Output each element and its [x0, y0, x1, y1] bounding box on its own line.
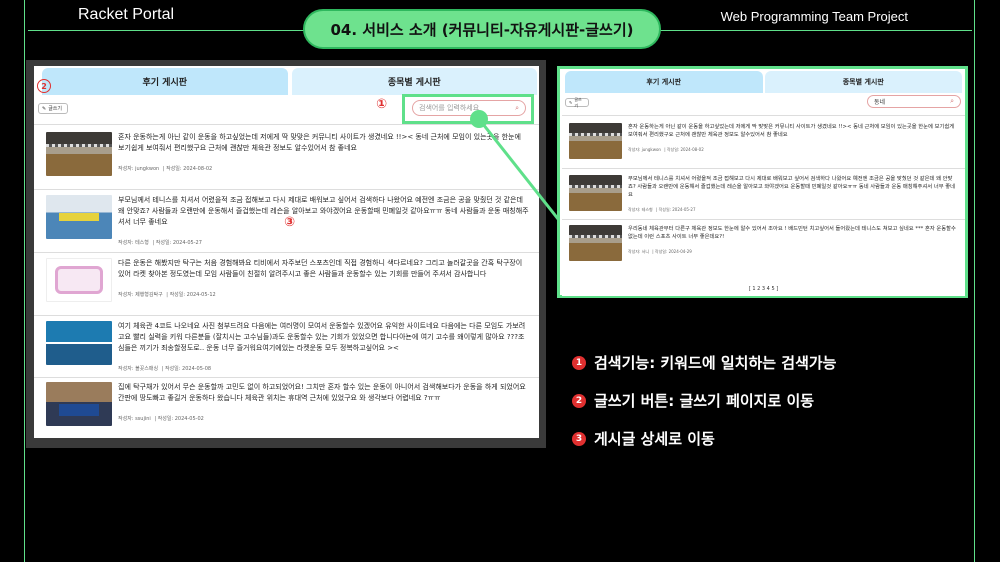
- post-author: 작성자: 서니: [628, 249, 650, 254]
- feature-item-detail: 3 게시글 상세로 이동: [572, 428, 836, 449]
- feature-number: 1: [572, 355, 586, 370]
- post-thumbnail: [569, 175, 622, 211]
- post-thumbnail: [569, 123, 622, 159]
- feature-number: 3: [572, 431, 586, 446]
- post-item[interactable]: 우리동네 체육관부터 다른구 체육관 정보도 한눈에 알수 있어서 조아요 ! …: [569, 225, 957, 261]
- post-date: 작성일: 2024-08-02: [666, 147, 704, 152]
- post-author: 작성자: 테스형: [628, 207, 653, 212]
- post-divider: [562, 219, 965, 220]
- pencil-icon: ✎: [569, 100, 573, 105]
- post-text: 부모님께서 테니스를 치셔서 어렸을적 조금 접해보고 다시 제대로 배워보고 …: [628, 176, 956, 198]
- search-input[interactable]: [874, 98, 951, 105]
- post-item[interactable]: 혼자 운동하는게 아닌 같이 운동을 하고싶었는데 저에게 딱 맞맞은 커뮤니티…: [569, 123, 957, 159]
- post-date: 작성일: 2024-05-27: [658, 207, 696, 212]
- feature-text: 글쓰기 버튼: 글쓰기 페이지로 이동: [594, 392, 815, 410]
- search-icon[interactable]: ⌕: [950, 97, 954, 106]
- post-body: 우리동네 체육관부터 다른구 체육관 정보도 한눈에 알수 있어서 조아요 ! …: [628, 225, 957, 261]
- post-body: 혼자 운동하는게 아닌 같이 운동을 하고싶었는데 저에게 딱 맞맞은 커뮤니티…: [628, 123, 957, 159]
- feature-text: 게시글 상세로 이동: [594, 430, 715, 448]
- list-divider: [562, 115, 965, 116]
- connector-dot: [470, 110, 488, 128]
- feature-item-write: 2 글쓰기 버튼: 글쓰기 페이지로 이동: [572, 390, 836, 411]
- post-author: 작성자: jungkwon: [628, 147, 661, 152]
- post-divider: [562, 168, 965, 169]
- search-result-panel: 후기 게시판 종목별 게시판 ✎ 글쓰기 ⌕ 혼자 운동하는게 아닌 같이 운동…: [562, 70, 965, 296]
- search-bar: ⌕: [867, 95, 961, 108]
- tab-review-board[interactable]: 후기 게시판: [565, 71, 763, 93]
- tab-sport-board[interactable]: 종목별 게시판: [764, 71, 962, 93]
- feature-list: 1 검색기능: 키워드에 일치하는 검색가능 2 글쓰기 버튼: 글쓰기 페이지…: [572, 352, 836, 466]
- write-button[interactable]: ✎ 글쓰기: [565, 96, 589, 108]
- feature-number: 2: [572, 393, 586, 408]
- write-button-label: 글쓰기: [574, 96, 582, 108]
- post-body: 부모님께서 테니스를 치셔서 어렸을적 조금 접해보고 다시 제대로 배워보고 …: [628, 175, 957, 214]
- feature-text: 검색기능: 키워드에 일치하는 검색가능: [594, 354, 837, 372]
- post-text: 혼자 운동하는게 아닌 같이 운동을 하고싶었는데 저에게 딱 맞맞은 커뮤니티…: [628, 124, 955, 138]
- post-meta: 작성자: 테스형 | 작성일: 2024-05-27: [628, 207, 696, 212]
- feature-item-search: 1 검색기능: 키워드에 일치하는 검색가능: [572, 352, 836, 373]
- result-tabs: 후기 게시판 종목별 게시판: [565, 71, 962, 93]
- post-date: 작성일: 2024-04-29: [654, 249, 692, 254]
- post-meta: 작성자: jungkwon | 작성일: 2024-08-02: [628, 147, 704, 152]
- post-meta: 작성자: 서니 | 작성일: 2024-04-29: [628, 249, 692, 254]
- post-item[interactable]: 부모님께서 테니스를 치셔서 어렸을적 조금 접해보고 다시 제대로 배워보고 …: [569, 175, 957, 214]
- post-text: 우리동네 체육관부터 다른구 체육관 정보도 한눈에 알수 있어서 조아요 ! …: [628, 226, 956, 240]
- post-thumbnail: [569, 225, 622, 261]
- pagination[interactable]: [ 1 2 3 4 5 ]: [562, 286, 965, 292]
